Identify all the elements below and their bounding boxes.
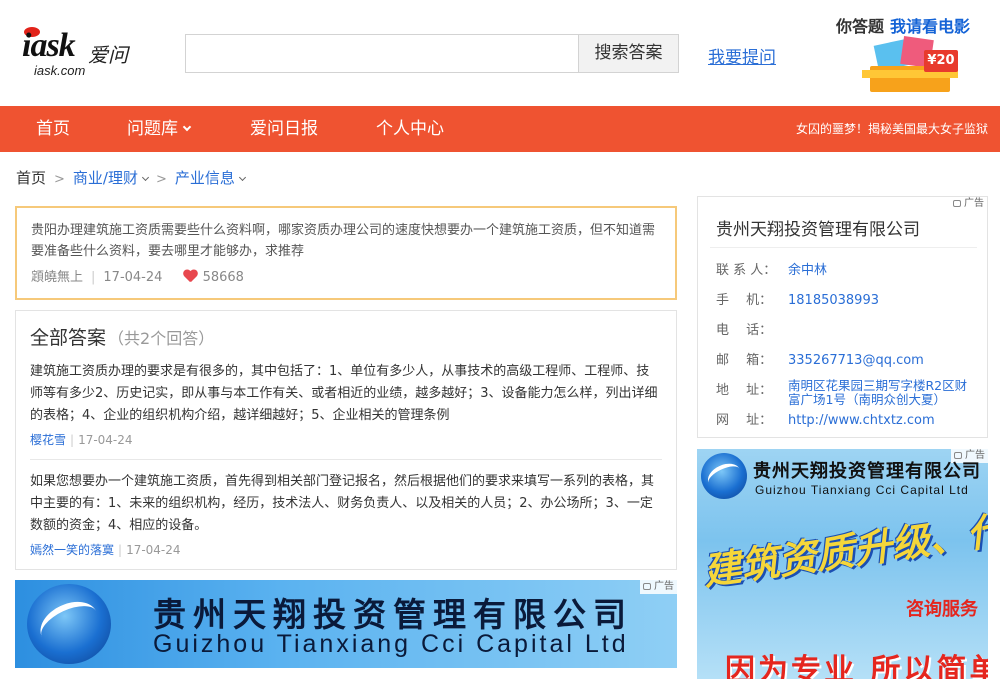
side-ad-bottom-text: 因为专业 所以简单! [725,653,988,679]
breadcrumb-home[interactable]: 首页 [16,169,46,187]
nav-label: 问题库 [127,119,178,139]
search-button[interactable]: 搜索答案 [578,34,679,73]
promo-gift-image[interactable]: ¥20 [862,36,958,94]
answers-count: （共2个回答） [108,329,215,348]
question-meta: 顁皢無上 | 17-04-24 58668 [31,266,244,285]
breadcrumb-business-finance[interactable]: 商业/理财 [72,169,150,187]
side-ad-name-en: Guizhou Tianxiang Cci Capital Ltd [755,483,969,497]
nav-news-link[interactable]: 女囚的噩梦！揭秘美国最大女子监狱 [796,106,988,152]
ask-question-link[interactable]: 我要提问 [708,43,776,68]
answer-divider [30,459,662,460]
answer-meta: 樱花雪 | 17-04-24 [30,431,662,448]
ad-company-name-cn: 贵州天翔投资管理有限公司 [153,595,633,634]
question-card: 贵阳办理建筑施工资质需要些什么资料啊，哪家资质办理公司的速度快想要办一个建筑施工… [15,206,677,300]
company-contact-row: 联 系 人： 余中林 [716,259,827,278]
nav-label: 爱问日报 [250,119,318,139]
main-nav: 首页 问题库 爱问日报 个人中心 女囚的噩梦！揭秘美国最大女子监狱 [0,106,1000,152]
nav-label: 个人中心 [376,119,444,139]
meta-spacer [170,270,174,285]
breadcrumb-label: 产业信息 [174,169,235,187]
promo-text-b: 我请看电影 [890,17,971,36]
breadcrumb-separator: > [155,172,167,187]
logo-swoosh [33,593,105,655]
company-email-row: 邮 箱： 335267713@qq.com [716,349,924,368]
site-header: iask 爱问 iask.com 搜索答案 我要提问 你答题 我请看电影 ¥20 [0,0,1000,106]
answer-item: 建筑施工资质办理的要求是有很多的，其中包括了：1、单位有多少人，从事技术的高级工… [30,361,662,448]
company-card: 广告 贵州天翔投资管理有限公司 联 系 人： 余中林 手 机： 1818503899… [697,196,988,438]
row-value: 18185038993 [788,293,879,308]
logo-domain: iask.com [34,63,86,78]
row-value: 南明区花果园三期写字楼R2区财富广场1号（南明众创大夏） [788,378,968,407]
answer-meta: 嫣然一笑的落寞 | 17-04-24 [30,541,662,558]
logo-swoosh [703,458,745,494]
ad-label-text: 广告 [654,581,674,592]
ad-label-text: 广告 [964,198,984,209]
answers-header: 全部答案 （共2个回答） [30,323,214,350]
nav-item-personal-center[interactable]: 个人中心 [376,106,444,152]
row-key: 手 机： [716,293,773,308]
company-mobile-row: 手 机： 18185038993 [716,289,879,308]
answer-item: 如果您想要办一个建筑施工资质，首先得到相关部门登记报名，然后根据他们的要求来填写… [30,471,662,558]
company-title: 贵州天翔投资管理有限公司 [716,220,920,240]
company-website-row: 网 址： http://www.chtxtz.com [716,409,935,428]
breadcrumb-industry-info[interactable]: 产业信息 [174,169,246,187]
answer-text: 如果您想要办一个建筑施工资质，首先得到相关部门登记报名，然后根据他们的要求来填写… [30,474,655,533]
ad-label: 广告 [640,580,677,594]
nav-item-question-library[interactable]: 问题库 [127,106,192,152]
chevron-down-icon [182,122,192,132]
meta-divider: | [70,433,75,447]
logo-mark: iask [22,27,76,64]
promo-headline[interactable]: 你答题 我请看电影 [836,13,970,37]
answer-text: 建筑施工资质办理的要求是有很多的，其中包括了：1、单位有多少人，从事技术的高级工… [30,364,658,423]
meta-divider: | [91,270,96,285]
company-phone-row: 电 话： [716,319,788,338]
row-key: 地 址： [716,383,773,398]
question-user[interactable]: 顁皢無上 [31,270,83,285]
nav-label: 首页 [36,119,70,139]
ad-lock-icon [953,199,961,207]
side-ad-consult: 咨询服务 [906,599,978,620]
question-date: 17-04-24 [103,270,163,285]
breadcrumb-label: 商业/理财 [72,169,138,187]
company-divider [710,247,977,248]
promo-text-a: 你答题 [836,17,885,36]
row-key: 电 话： [716,323,773,338]
heart-icon[interactable] [183,270,197,283]
meta-divider: | [118,543,123,557]
side-ad[interactable]: 广告 贵州天翔投资管理有限公司 Guizhou Tianxiang Cci Ca… [697,449,988,679]
question-text: 贵阳办理建筑施工资质需要些什么资料啊，哪家资质办理公司的速度快想要办一个建筑施工… [31,223,656,259]
ad-lock-icon [643,582,651,590]
answer-date: 17-04-24 [78,433,133,447]
nav-item-daily[interactable]: 爱问日报 [250,106,318,152]
side-ad-slogan: 建筑资质升级、代办 [700,502,988,594]
breadcrumb-separator: > [54,172,65,187]
row-key: 联 系 人： [716,263,777,278]
row-key: 网 址： [716,413,773,428]
answers-title: 全部答案 [30,327,107,349]
company-email-link[interactable]: 335267713@qq.com [788,353,924,368]
answer-user[interactable]: 嫣然一笑的落寞 [30,543,114,557]
breadcrumb: 首页 > 商业/理财 > 产业信息 [16,166,246,190]
ad-company-name-en: Guizhou Tianxiang Cci Capital Ltd [153,630,629,658]
nav-item-home[interactable]: 首页 [36,106,70,152]
answer-user[interactable]: 樱花雪 [30,433,66,447]
iask-logo[interactable]: iask 爱问 iask.com [22,27,132,79]
answer-date: 17-04-24 [126,543,181,557]
row-value: 余中林 [788,263,828,278]
promo-price: ¥20 [924,50,958,72]
company-address-row: 地 址： 南明区花果园三期写字楼R2区财富广场1号（南明众创大夏） [716,379,968,407]
side-ad-name-cn: 贵州天翔投资管理有限公司 [753,461,981,482]
company-logo-icon [701,453,747,499]
chevron-down-icon [141,173,150,182]
company-website-link[interactable]: http://www.chtxtz.com [788,413,935,428]
ad-banner[interactable]: 贵州天翔投资管理有限公司 Guizhou Tianxiang Cci Capit… [15,580,677,668]
company-logo-icon [27,584,111,664]
logo-cn: 爱问 [88,43,128,67]
search-input[interactable] [185,34,579,73]
ad-label: 广告 [950,197,987,211]
row-key: 邮 箱： [716,353,773,368]
answers-section: 全部答案 （共2个回答） 建筑施工资质办理的要求是有很多的，其中包括了：1、单位有… [15,310,677,570]
question-likes: 58668 [202,270,244,285]
chevron-down-icon [238,173,246,182]
